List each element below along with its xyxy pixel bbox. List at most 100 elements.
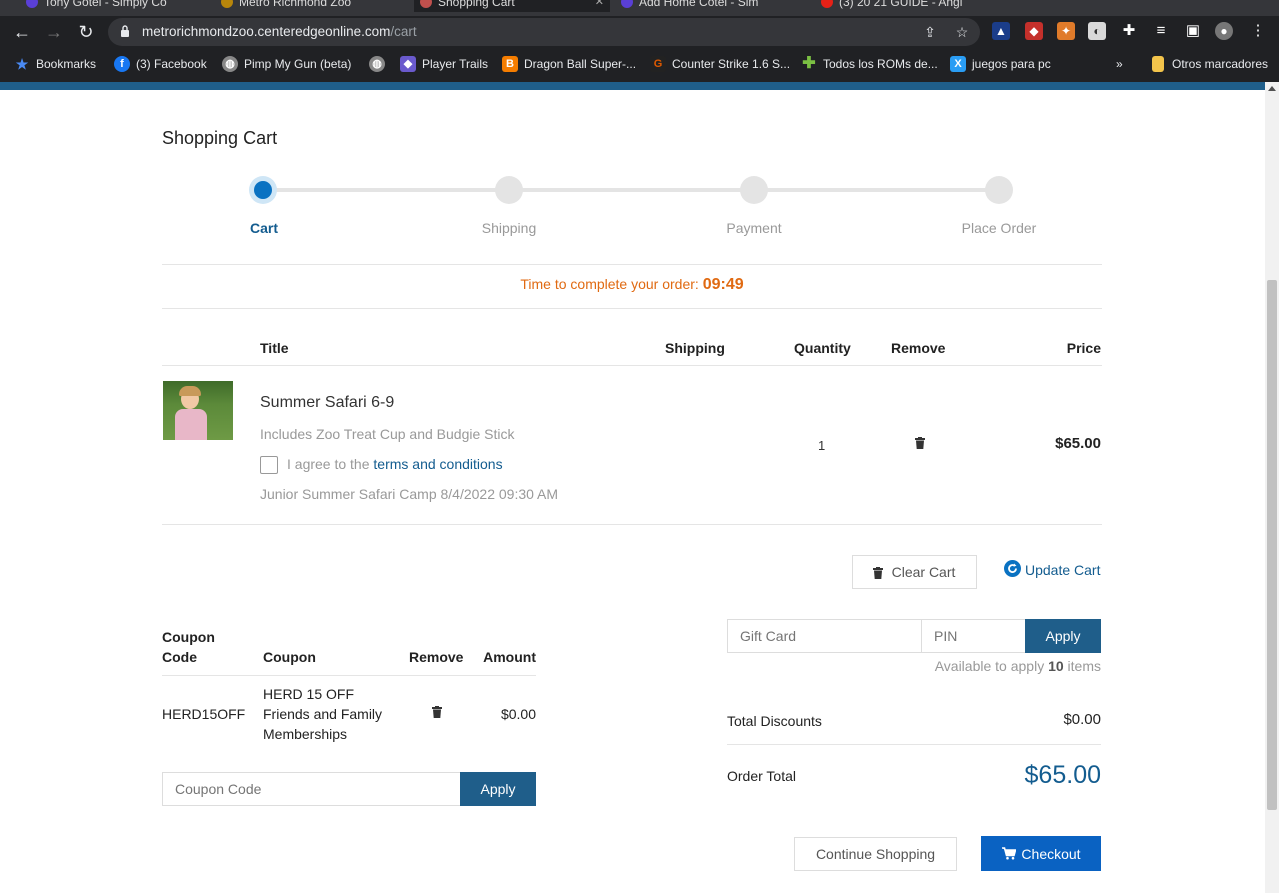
step-dot-place-order — [985, 176, 1013, 204]
item-description: Includes Zoo Treat Cup and Budgie Stick — [260, 426, 515, 442]
browser-menu-icon[interactable]: ⋮ — [1249, 22, 1267, 40]
browser-tab-5[interactable]: (3) 20 21 GUIDE - Angl — [815, 0, 1005, 12]
tab-label: Add Home Cotel - Sim — [639, 0, 759, 9]
bookmark-item[interactable]: ◍ Pimp My Gun (beta) — [222, 56, 351, 72]
tab-close-icon[interactable]: ✕ — [595, 0, 604, 12]
coupon-code-input[interactable] — [162, 772, 461, 806]
item-price: $65.00 — [1055, 435, 1101, 452]
bookmark-item[interactable]: G Counter Strike 1.6 S... — [650, 56, 790, 72]
reload-icon[interactable]: ↻ — [76, 22, 96, 42]
timer-label: Time to complete your order: — [520, 276, 699, 292]
step-label-payment: Payment — [726, 220, 782, 236]
gift-card-pin-input[interactable] — [921, 619, 1026, 653]
bookmark-item[interactable]: ◆ Player Trails — [400, 56, 488, 72]
browser-tab-1[interactable]: Tony Gotel - Simply Co — [20, 0, 205, 12]
share-icon[interactable]: ⇪ — [922, 24, 938, 40]
coupon-remove-header: Remove — [409, 649, 464, 665]
divider — [162, 675, 536, 676]
checkout-button[interactable]: Checkout — [981, 836, 1101, 871]
bookmarks-overflow-icon[interactable]: » — [1116, 56, 1123, 72]
bookmark-label: juegos para pc — [972, 57, 1051, 71]
address-bar[interactable]: metrorichmondzoo.centeredgeonline.com/ca… — [108, 18, 980, 46]
order-total-value: $65.00 — [1024, 761, 1101, 789]
bookmark-item[interactable]: B Dragon Ball Super-... — [502, 56, 636, 72]
step-dot-shipping — [495, 176, 523, 204]
divider — [162, 524, 1102, 525]
terms-link[interactable]: terms and conditions — [373, 456, 502, 472]
browser-tab-4[interactable]: Add Home Cotel - Sim — [615, 0, 810, 12]
coupon-description: HERD 15 OFF Friends and Family Membershi… — [263, 686, 383, 742]
order-timer: Time to complete your order: 09:49 — [162, 276, 1102, 294]
bookmark-folder[interactable]: Otros marcadores — [1150, 56, 1268, 72]
plus-icon: ✚ — [802, 55, 816, 72]
bookmark-star-icon[interactable]: ☆ — [954, 24, 970, 40]
tab-label: (3) 20 21 GUIDE - Angl — [839, 0, 963, 9]
browser-chrome: Tony Gotel - Simply Co Metro Richmond Zo… — [0, 0, 1279, 82]
coupon-amount-value: $0.00 — [500, 706, 536, 722]
step-dot-cart — [249, 176, 277, 204]
cart-page: Shopping Cart Cart Shipping Payment Plac… — [0, 90, 1265, 893]
browser-tab-active[interactable]: Shopping Cart ✕ — [414, 0, 610, 12]
extension-icon[interactable]: ▲ — [992, 22, 1010, 40]
remove-item-trash-icon[interactable] — [915, 437, 925, 449]
apply-coupon-button[interactable]: Apply — [460, 772, 536, 806]
bookmark-item[interactable]: f (3) Facebook — [114, 56, 207, 72]
tab-favicon — [26, 0, 38, 8]
terms-agreement: I agree to the terms and conditions — [287, 456, 503, 472]
timer-value: 09:49 — [702, 276, 744, 293]
page-title: Shopping Cart — [162, 128, 278, 148]
bookmark-label: Counter Strike 1.6 S... — [672, 57, 791, 71]
side-panel-icon[interactable]: ▣ — [1184, 22, 1202, 40]
media-queue-icon[interactable]: ≡ — [1152, 22, 1170, 40]
total-discounts-value: $0.00 — [1063, 711, 1101, 728]
bookmark-item[interactable]: ✚ Todos los ROMs de... — [801, 55, 937, 72]
bookmark-item[interactable]: X juegos para pc — [950, 56, 1051, 72]
extension-icon[interactable]: ◐ — [1088, 22, 1106, 40]
update-cart-link[interactable]: Update Cart — [1004, 560, 1101, 578]
divider — [727, 744, 1101, 745]
extensions-puzzle-icon[interactable]: ✚ — [1120, 22, 1138, 40]
folder-icon — [1152, 56, 1164, 72]
column-remove: Remove — [891, 340, 946, 356]
tab-label: Metro Richmond Zoo — [239, 0, 352, 9]
bookmark-item[interactable]: ◍ — [369, 56, 385, 72]
back-arrow-icon[interactable]: ← — [12, 22, 32, 42]
column-shipping: Shipping — [665, 340, 725, 356]
clear-cart-button[interactable]: Clear Cart — [852, 555, 977, 589]
product-thumbnail — [163, 381, 233, 440]
bookmark-label: Pimp My Gun (beta) — [244, 57, 352, 71]
bookmark-item[interactable]: ★ Bookmarks — [14, 56, 96, 72]
item-title: Summer Safari 6-9 — [260, 394, 395, 411]
url-host: metrorichmondzoo.centeredgeonline.com — [142, 24, 391, 39]
tab-favicon — [621, 0, 633, 8]
blogger-icon: B — [502, 56, 518, 72]
site-header-strip — [0, 82, 1265, 90]
thumbnail-figure — [175, 409, 207, 440]
scrollbar-thumb[interactable] — [1267, 280, 1277, 810]
bookmarks-bar: ★ Bookmarks f (3) Facebook ◍ Pimp My Gun… — [0, 50, 1279, 78]
scroll-up-icon[interactable] — [1268, 86, 1276, 91]
column-title: Title — [260, 340, 289, 356]
bookmark-label: Bookmarks — [36, 57, 97, 71]
order-total-label: Order Total — [727, 768, 796, 784]
item-quantity: 1 — [818, 438, 826, 453]
profile-avatar-icon[interactable]: ● — [1215, 22, 1233, 40]
apply-gift-card-button[interactable]: Apply — [1025, 619, 1101, 653]
browser-tab-2[interactable]: Metro Richmond Zoo — [215, 0, 410, 12]
terms-checkbox[interactable] — [260, 456, 278, 474]
update-cart-label: Update Cart — [1025, 562, 1101, 578]
gift-card-input[interactable] — [727, 619, 922, 653]
remove-coupon-trash-icon[interactable] — [432, 706, 442, 718]
coupon-code-header: Coupon Code — [162, 629, 215, 665]
bookmark-label: Player Trails — [422, 57, 489, 71]
globe-icon: ◍ — [369, 56, 385, 72]
metamask-icon[interactable]: ✦ — [1057, 22, 1075, 40]
forward-arrow-icon[interactable]: → — [44, 22, 64, 42]
step-label-place-order: Place Order — [961, 220, 1037, 236]
page-scrollbar[interactable] — [1265, 82, 1279, 893]
g-icon: G — [650, 56, 666, 72]
extension-icon[interactable]: ◆ — [1025, 22, 1043, 40]
bookmark-label: (3) Facebook — [136, 57, 207, 71]
continue-shopping-button[interactable]: Continue Shopping — [794, 837, 957, 871]
coupon-header: Coupon — [263, 649, 316, 665]
